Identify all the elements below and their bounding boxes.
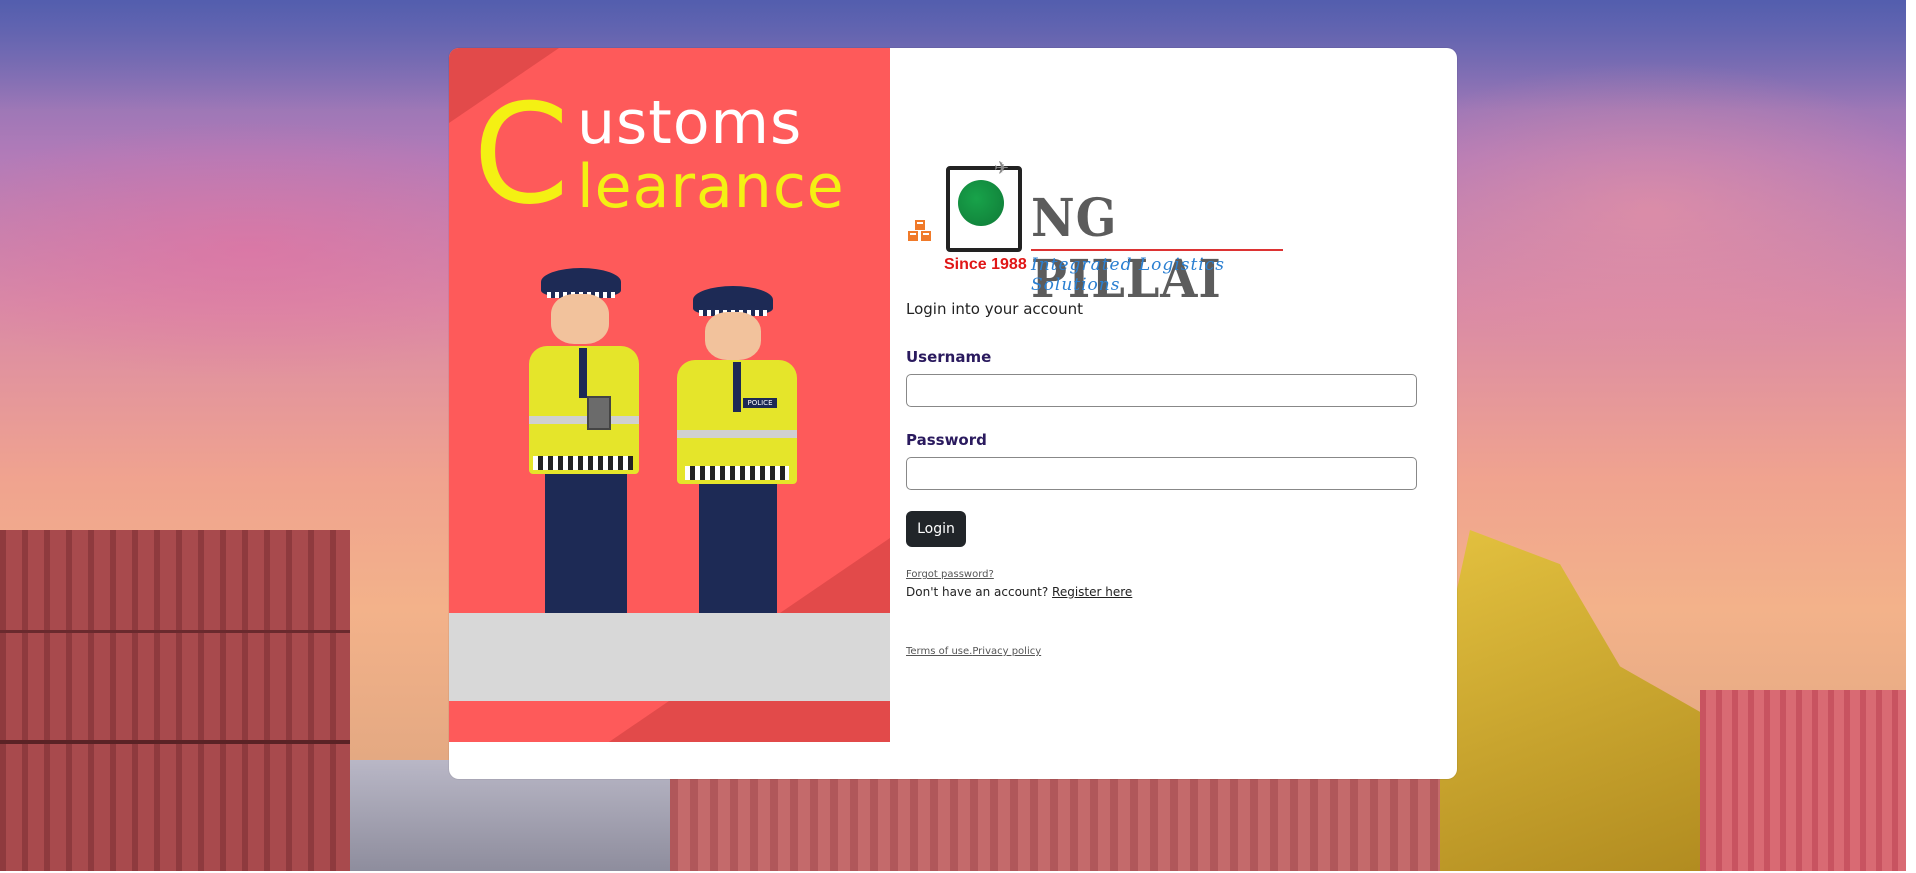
forgot-password-link[interactable]: Forgot password?	[906, 569, 994, 580]
headline-word-customs: ustoms	[577, 88, 803, 158]
headline-word-clearance: learance	[577, 152, 845, 222]
officer-illustration-right: POLICE	[659, 286, 809, 613]
register-prompt: Don't have an account? Register here	[906, 585, 1132, 599]
monitor-globe-icon	[946, 166, 1022, 252]
login-subtitle: Login into your account	[906, 300, 1083, 318]
shipping-containers-right	[1700, 690, 1906, 871]
police-badge: POLICE	[743, 398, 777, 408]
login-form: ✈ NG PILLAI Since 1988 Integrated Logist…	[906, 48, 1457, 779]
boxes-icon	[908, 220, 931, 241]
headline-initial: C	[473, 74, 570, 235]
company-logo: ✈ NG PILLAI Since 1988 Integrated Logist…	[906, 158, 1306, 310]
password-label: Password	[906, 431, 987, 449]
since-text: Since 1988	[944, 256, 1027, 273]
privacy-link[interactable]: Privacy policy	[972, 646, 1041, 657]
legal-links: Terms of use.Privacy policy	[906, 646, 1041, 657]
tagline: Integrated Logistics Solutions	[1031, 255, 1225, 295]
shipping-container-mid	[670, 770, 1500, 871]
officer-illustration-left	[489, 268, 639, 613]
username-label: Username	[906, 348, 992, 366]
username-input[interactable]	[906, 374, 1417, 407]
customs-clearance-banner: C ustoms learance POLICE	[449, 48, 890, 742]
login-button[interactable]: Login	[906, 511, 966, 547]
airplane-icon: ✈	[994, 158, 1010, 179]
no-account-text: Don't have an account?	[906, 585, 1049, 599]
password-input[interactable]	[906, 457, 1417, 490]
crane-vehicle	[1440, 530, 1740, 871]
register-link[interactable]: Register here	[1052, 585, 1132, 599]
terms-link[interactable]: Terms of use.	[906, 646, 972, 657]
login-card: C ustoms learance POLICE ✈ NG PILLAI Sin…	[449, 48, 1457, 779]
shipping-containers-left	[0, 530, 350, 871]
